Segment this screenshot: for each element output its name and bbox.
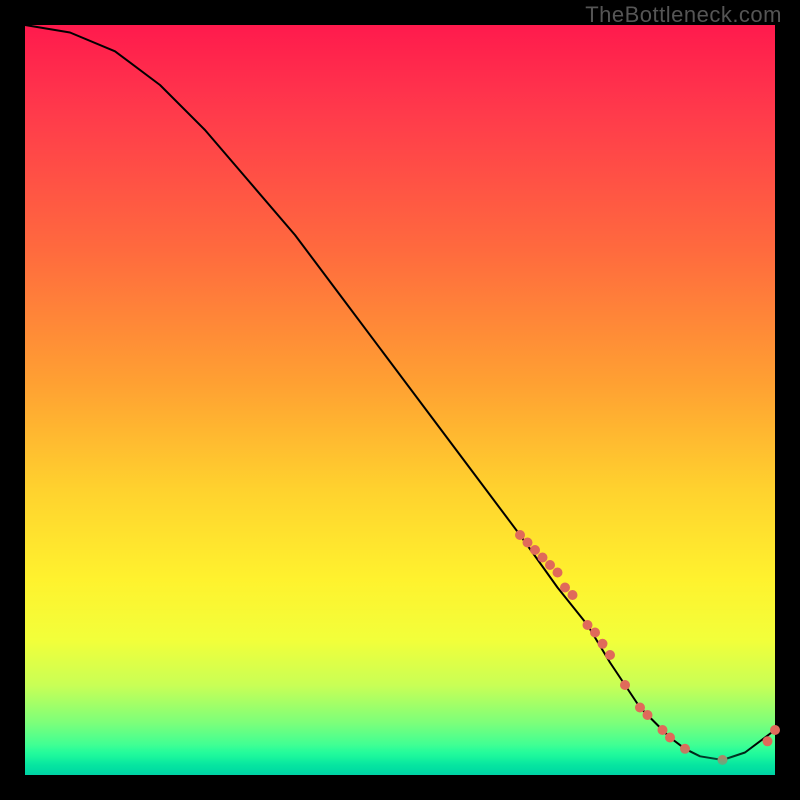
marker-point (583, 620, 593, 630)
marker-point (553, 568, 563, 578)
marker-point (643, 710, 653, 720)
marker-point (620, 680, 630, 690)
marker-point (718, 755, 728, 765)
marker-point (560, 583, 570, 593)
marker-point (665, 733, 675, 743)
marker-point (545, 560, 555, 570)
marker-point (605, 650, 615, 660)
marker-point (590, 628, 600, 638)
curve-layer (25, 25, 775, 775)
marker-point (770, 725, 780, 735)
marker-point (598, 639, 608, 649)
marker-point (568, 590, 578, 600)
bottleneck-curve (25, 25, 775, 760)
marker-point (763, 736, 773, 746)
highlight-points (515, 530, 780, 765)
marker-point (538, 553, 548, 563)
marker-point (530, 545, 540, 555)
marker-point (658, 725, 668, 735)
marker-point (515, 530, 525, 540)
plot-area (25, 25, 775, 775)
chart-frame: TheBottleneck.com (0, 0, 800, 800)
marker-point (635, 703, 645, 713)
marker-point (523, 538, 533, 548)
marker-point (680, 744, 690, 754)
